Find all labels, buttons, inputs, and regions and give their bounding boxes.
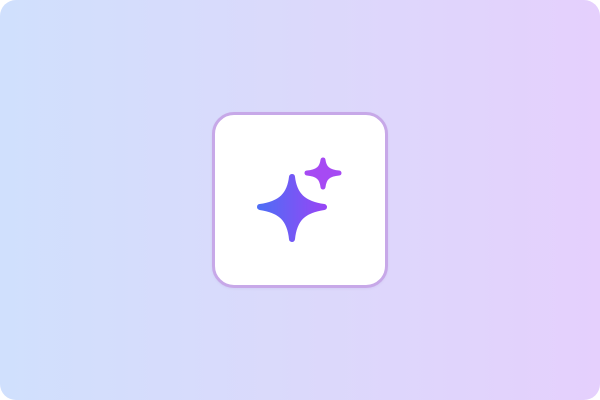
small-sparkle-icon <box>304 157 342 190</box>
background-canvas <box>0 0 600 400</box>
app-icon-tile[interactable] <box>212 112 388 288</box>
sparkle-icon <box>257 157 342 242</box>
large-sparkle-icon <box>257 174 327 242</box>
